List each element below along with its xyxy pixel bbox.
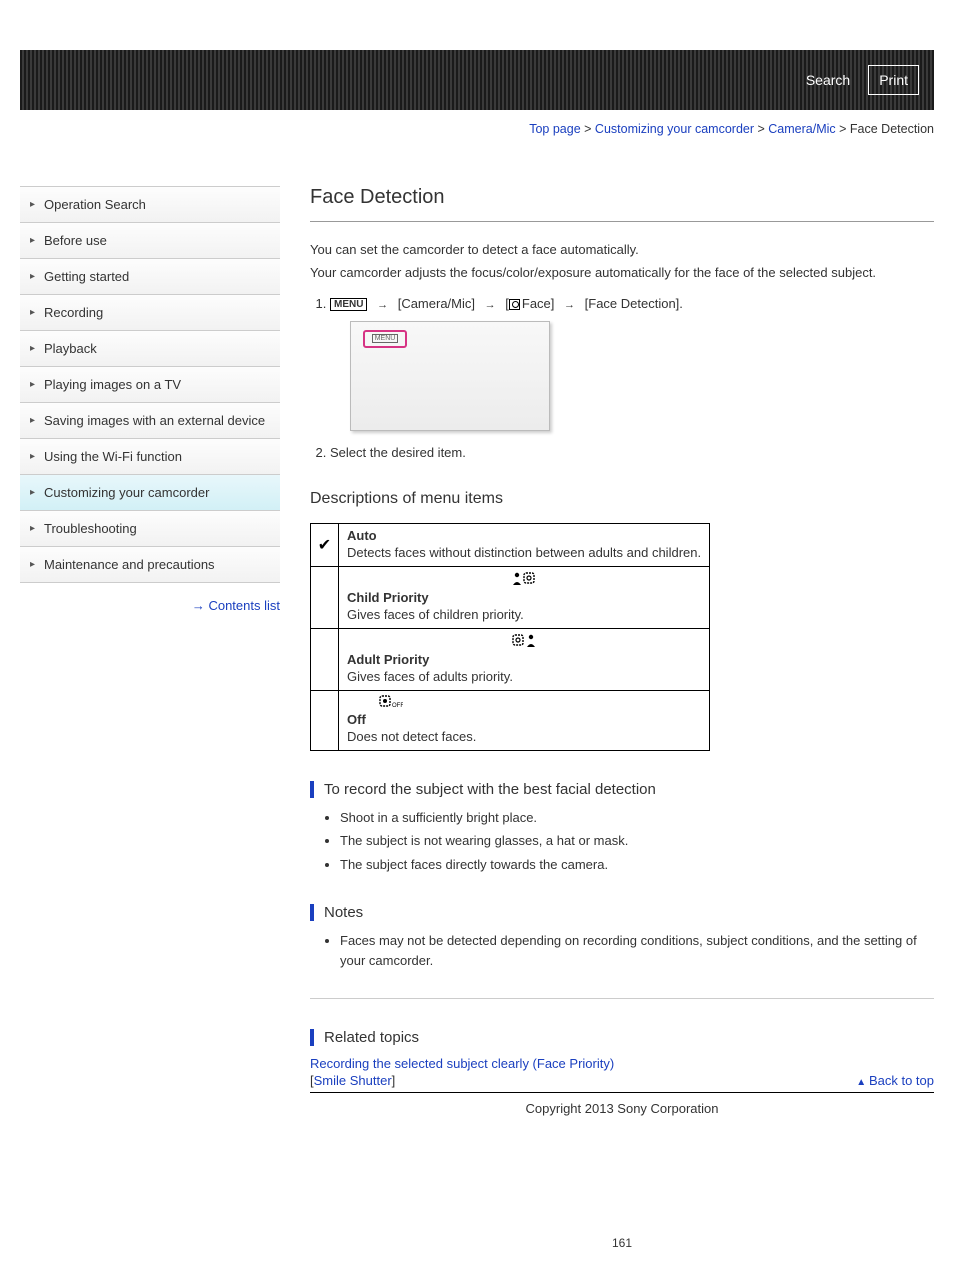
option-off-desc: Does not detect faces. xyxy=(347,729,476,744)
check-cell: ✔ xyxy=(311,523,339,566)
sidebar-item-before-use[interactable]: Before use xyxy=(20,223,280,259)
menu-icon: MENU xyxy=(330,298,367,311)
face-box-icon xyxy=(509,299,520,310)
page-title: Face Detection xyxy=(310,186,934,209)
option-child-cell: Child Priority Gives faces of children p… xyxy=(339,566,710,628)
table-row: Child Priority Gives faces of children p… xyxy=(311,566,710,628)
sidebar-item-saving-external[interactable]: Saving images with an external device xyxy=(20,403,280,439)
arrow-icon: → xyxy=(485,299,496,311)
page-number: 161 xyxy=(310,1236,934,1250)
tip-item: The subject faces directly towards the c… xyxy=(340,855,934,875)
table-row: Adult Priority Gives faces of adults pri… xyxy=(311,628,710,690)
related-heading: Related topics xyxy=(310,1029,934,1046)
notes-heading: Notes xyxy=(310,904,934,921)
step2-text: Select the desired item. xyxy=(330,445,466,460)
option-auto-label: Auto xyxy=(347,528,701,545)
sidebar-item-recording[interactable]: Recording xyxy=(20,295,280,331)
breadcrumb-top[interactable]: Top page xyxy=(529,122,580,136)
sidebar-item-maintenance[interactable]: Maintenance and precautions xyxy=(20,547,280,583)
options-table: ✔ Auto Detects faces without distinction… xyxy=(310,523,710,751)
sidebar-item-playing-tv[interactable]: Playing images on a TV xyxy=(20,367,280,403)
option-off-label: Off xyxy=(347,712,701,729)
step1-face-label: Face] xyxy=(522,296,555,311)
sidebar-item-playback[interactable]: Playback xyxy=(20,331,280,367)
table-row: ✔ Auto Detects faces without distinction… xyxy=(311,523,710,566)
related-link-smile-shutter[interactable]: Smile Shutter xyxy=(314,1073,392,1088)
sidebar: Operation Search Before use Getting star… xyxy=(20,166,280,1250)
step1-camera-mic: [Camera/Mic] xyxy=(398,296,475,311)
print-button[interactable]: Print xyxy=(868,65,919,95)
menu-highlight-box: MENU xyxy=(363,330,407,348)
svg-text:OFF: OFF xyxy=(392,703,403,709)
steps-list: MENU → [Camera/Mic] → [Face] → [Face Det… xyxy=(310,296,934,460)
step-1: MENU → [Camera/Mic] → [Face] → [Face Det… xyxy=(330,296,934,431)
tip-item: The subject is not wearing glasses, a ha… xyxy=(340,831,934,851)
face-off-icon: OFF xyxy=(377,695,403,709)
contents-list-link[interactable]: Contents list xyxy=(20,598,280,613)
option-adult-desc: Gives faces of adults priority. xyxy=(347,669,513,684)
search-button[interactable]: Search xyxy=(796,66,860,94)
sidebar-item-troubleshooting[interactable]: Troubleshooting xyxy=(20,511,280,547)
step1-face-detection: [Face Detection]. xyxy=(585,296,683,311)
main-content: Face Detection You can set the camcorder… xyxy=(280,166,934,1250)
tips-heading: To record the subject with the best faci… xyxy=(310,781,934,798)
step-2: Select the desired item. xyxy=(330,445,934,460)
intro-line-2: Your camcorder adjusts the focus/color/e… xyxy=(310,263,934,284)
camera-screen-illustration: MENU xyxy=(350,321,550,431)
related-link-face-priority[interactable]: Recording the selected subject clearly (… xyxy=(310,1056,934,1071)
option-adult-cell: Adult Priority Gives faces of adults pri… xyxy=(339,628,710,690)
adult-priority-icon xyxy=(511,633,537,647)
intro-line-1: You can set the camcorder to detect a fa… xyxy=(310,240,934,261)
options-heading: Descriptions of menu items xyxy=(310,490,934,508)
notes-list: Faces may not be detected depending on r… xyxy=(310,931,934,970)
header-bar: Search Print xyxy=(20,50,934,110)
back-to-top-link[interactable]: Back to top xyxy=(856,1073,934,1088)
table-row: OFF Off Does not detect faces. xyxy=(311,690,710,750)
checkmark-icon: ✔ xyxy=(318,537,331,554)
arrow-icon: → xyxy=(564,299,575,311)
sidebar-item-wifi[interactable]: Using the Wi-Fi function xyxy=(20,439,280,475)
copyright-footer: Copyright 2013 Sony Corporation xyxy=(310,1092,934,1116)
option-off-cell: OFF Off Does not detect faces. xyxy=(339,690,710,750)
sidebar-nav: Operation Search Before use Getting star… xyxy=(20,186,280,583)
option-adult-label: Adult Priority xyxy=(347,652,701,669)
tips-list: Shoot in a sufficiently bright place. Th… xyxy=(310,808,934,875)
option-child-label: Child Priority xyxy=(347,590,701,607)
sidebar-item-getting-started[interactable]: Getting started xyxy=(20,259,280,295)
breadcrumb-customizing[interactable]: Customizing your camcorder xyxy=(595,122,754,136)
tip-item: Shoot in a sufficiently bright place. xyxy=(340,808,934,828)
breadcrumb-camera-mic[interactable]: Camera/Mic xyxy=(768,122,835,136)
option-auto-cell: Auto Detects faces without distinction b… xyxy=(339,523,710,566)
child-priority-icon xyxy=(511,571,537,585)
option-child-desc: Gives faces of children priority. xyxy=(347,607,524,622)
sidebar-item-customizing[interactable]: Customizing your camcorder xyxy=(20,475,280,511)
note-item: Faces may not be detected depending on r… xyxy=(340,931,934,970)
option-auto-desc: Detects faces without distinction betwee… xyxy=(347,545,701,560)
related-bracket: ] xyxy=(392,1073,396,1088)
breadcrumb: Top page > Customizing your camcorder > … xyxy=(20,122,934,136)
sidebar-item-operation-search[interactable]: Operation Search xyxy=(20,187,280,223)
breadcrumb-current: Face Detection xyxy=(850,122,934,136)
arrow-icon: → xyxy=(377,299,388,311)
